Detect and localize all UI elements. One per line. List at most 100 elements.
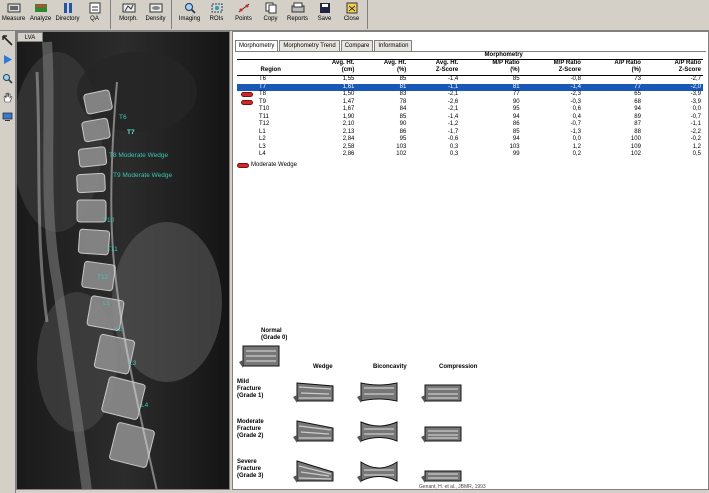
table-row[interactable]: T7 1,61 81 -1,1 81 -1,4 77 -2,0 [237,83,703,91]
table-cell: 83 [399,91,407,97]
column-header-title: M/P Ratio [553,60,581,66]
table-row[interactable]: L1 2,13 86 -1,7 85 -1,3 88 -2,2 [237,129,703,137]
vertebra-label[interactable]: L4 [141,402,148,409]
table-cell: -2,7 [690,76,701,82]
points-button[interactable]: Points [230,0,257,29]
reports-button[interactable]: Reports [284,0,311,29]
vertebra-label[interactable]: T8 Moderate Wedge [109,152,168,159]
vertebra-label[interactable]: T9 Moderate Wedge [113,172,172,179]
table-cell: 1,2 [572,143,581,150]
region-cell: T10 [237,106,304,114]
table-cell: 0,3 [449,151,459,157]
table-row[interactable]: L4 2,86 102 0,3 99 0,2 102 0,5 [237,151,703,159]
density-button[interactable]: Density [142,0,169,29]
vertebra-label[interactable]: L1 [103,300,110,307]
table-cell: -3,9 [690,98,701,105]
table-cell: -1,4 [447,113,459,120]
save-button[interactable]: Save [311,0,338,29]
mild-compression-vertebra [421,384,462,403]
column-header-title: Avg. Ht. [383,60,407,66]
imaging-button[interactable]: Imaging [176,0,203,29]
table-row[interactable]: T11 1,90 85 -1,4 94 0,4 89 -0,7 [237,114,703,122]
column-header[interactable]: Avg. Ht. Z-Score [408,59,461,76]
vertebra-label[interactable]: T7 [127,129,135,136]
vertebra-label[interactable]: L3 [129,360,136,367]
table-cell: 89 [634,113,641,120]
pan-tool-button[interactable] [1,91,14,104]
table-cell: 0,0 [572,136,581,142]
table-cell: -1,3 [570,128,581,135]
column-header-title: M/P Ratio [492,60,520,66]
rois-button[interactable]: ROIs [203,0,230,29]
table-cell: -2,6 [447,98,459,105]
qa-button[interactable]: QA [81,0,108,29]
table-row[interactable]: T12 2,10 90 -1,2 86 -0,7 87 -1,1 [237,121,703,129]
table-cell: 0,5 [692,151,701,157]
directory-icon [63,3,72,13]
region-cell: T9 [237,99,304,107]
toolbar-button-label: Reports [286,16,308,22]
region-label: T11 [259,113,269,120]
vertebra-label[interactable]: T10 [103,217,114,224]
column-header-unit: Z-Score [558,67,581,73]
copy-button[interactable]: Copy [257,0,284,29]
table-cell: 65 [634,91,641,97]
tab-compare[interactable]: Compare [340,40,374,51]
column-header-title: A/P Ratio [674,60,701,66]
image-view-tab[interactable]: LVA [17,32,43,42]
main-toolbar: Measure Analyze Directory QA Morph. Density Im… [0,0,709,31]
column-header[interactable]: A/P Ratio Z-Score [642,59,703,76]
toolbar-button-label: Save [317,16,332,22]
table-cell: 103 [509,143,520,150]
tab-morphometry-trend[interactable]: Morphometry Trend [279,40,340,51]
table-cell: 1,50 [342,91,355,97]
analyze-icon [34,4,47,12]
table-row[interactable]: T9 1,47 78 -2,6 90 -0,3 68 -3,9 [237,99,703,107]
vertebra-label[interactable]: L2 [115,326,122,333]
table-row[interactable]: T10 1,67 84 -2,1 95 0,6 94 0,0 [237,106,703,114]
directory-button[interactable]: Directory [54,0,81,29]
tab-information[interactable]: Information [374,40,413,51]
play-tool-button[interactable] [1,53,14,66]
table-row[interactable]: L2 2,84 95 -0,6 94 0,0 100 -0,2 [237,136,703,144]
spine-image-panel[interactable]: LVA T6 T7 T8 Moderate Wedge T9 Moderate Wed… [16,31,230,490]
morph-button[interactable]: Morph. [115,0,142,29]
table-row[interactable]: T8 1,50 83 -2,1 77 -2,3 65 -3,9 [237,91,703,99]
column-header[interactable]: M/P Ratio Z-Score [521,59,583,76]
table-cell: -0,3 [570,98,581,105]
col-compression: Compression [439,364,478,370]
close-icon [346,2,357,14]
region-cell: T11 [237,114,304,122]
column-header[interactable]: Avg. Ht. (cm) [304,59,357,76]
table-cell: -1,1 [408,83,461,91]
vertebra-label[interactable]: T11 [107,246,118,253]
severe-wedge-vertebra [293,460,334,483]
table-cell: -1,2 [447,121,459,127]
table-row[interactable]: L3 2,58 103 0,3 103 1,2 109 1,2 [237,144,703,152]
analyze-button[interactable]: Analyze [27,0,54,29]
pointer-tool-button[interactable] [1,34,14,47]
table-cell: -0,6 [447,136,459,142]
column-header[interactable]: Avg. Ht. (%) [356,59,409,76]
spine-xray-image[interactable] [17,32,230,490]
grade-severe-label: Severe Fracture (Grade 3) [237,459,264,479]
column-header[interactable]: A/P Ratio (%) [582,59,643,76]
vertebra-label[interactable]: T12 [97,274,108,281]
region-cell: L2 [237,136,304,144]
region-label: T9 [259,98,267,105]
tab-morphometry[interactable]: Morphometry [235,40,279,51]
toolbar-group-1: Morph. Density [115,0,172,29]
table-cell: -3,9 [690,91,701,97]
column-header[interactable]: Region [237,59,305,76]
table-cell: 94 [634,106,641,112]
measure-button[interactable]: Measure [0,0,27,29]
column-header-unit: Z-Score [678,67,701,73]
table-row[interactable]: T6 1,55 85 -1,4 85 -0,8 73 -2,7 [237,76,703,84]
display-tool-button[interactable] [1,110,14,123]
column-header[interactable]: M/P Ratio (%) [460,59,522,76]
region-label: L4 [259,151,266,157]
zoom-tool-button[interactable] [1,72,14,85]
close-button[interactable]: Close [338,0,365,29]
table-cell: 77 [582,83,643,91]
vertebra-label[interactable]: T6 [119,114,127,121]
